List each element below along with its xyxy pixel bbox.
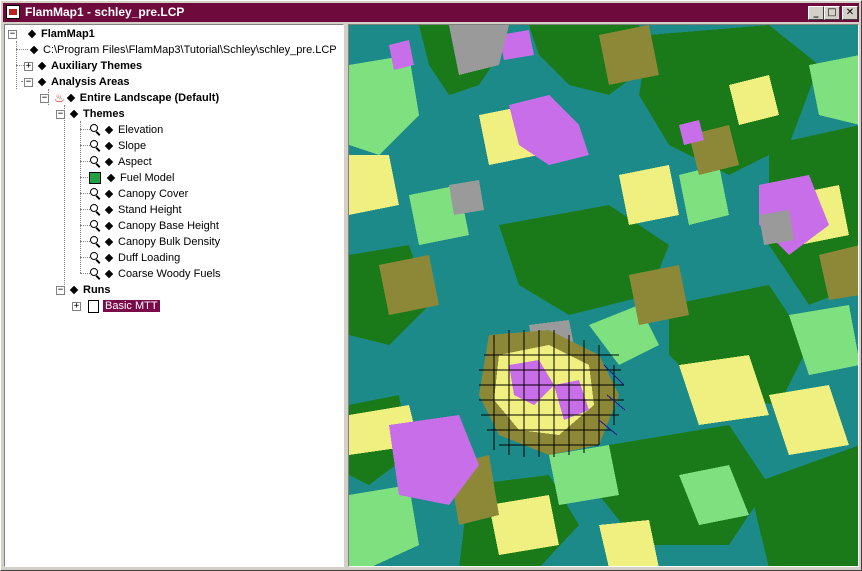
node-diamond-icon: [66, 93, 76, 102]
fuel-model-icon[interactable]: [89, 172, 101, 185]
node-diamond-icon: [104, 157, 114, 166]
theme-item-aspect[interactable]: Aspect: [89, 154, 152, 170]
theme-label: Slope: [118, 140, 147, 152]
theme-item-duff-loading[interactable]: Duff Loading: [89, 250, 180, 266]
fuel-model-map: [349, 25, 858, 566]
theme-label: Aspect: [118, 156, 152, 168]
magnifier-icon[interactable]: [89, 268, 101, 280]
flammap-window: FlamMap1 - schley_pre.LCP _ □ ✕ − FlamMa…: [0, 0, 862, 571]
node-diamond-icon: [104, 141, 114, 150]
tree-label-analysis-areas: Analysis Areas: [51, 76, 130, 88]
tree-node-runs[interactable]: − Runs: [56, 282, 111, 298]
tree-node-landscape-file[interactable]: C:\Program Files\FlamMap3\Tutorial\Schle…: [28, 42, 337, 58]
magnifier-icon[interactable]: [89, 252, 101, 264]
tree-label-runs: Runs: [83, 284, 111, 296]
node-diamond-icon: [104, 269, 114, 278]
map-view[interactable]: [348, 24, 859, 567]
node-diamond-icon: [37, 61, 47, 70]
tree-label-auxiliary-themes: Auxiliary Themes: [51, 60, 143, 72]
document-icon: [88, 299, 99, 313]
node-diamond-icon: [104, 253, 114, 262]
run-label: Basic MTT: [103, 300, 160, 312]
magnifier-icon[interactable]: [89, 204, 101, 216]
node-diamond-icon: [69, 285, 79, 294]
magnifier-icon[interactable]: [89, 220, 101, 232]
expand-toggle[interactable]: +: [24, 62, 33, 71]
theme-item-elevation[interactable]: Elevation: [89, 122, 163, 138]
node-diamond-icon: [104, 237, 114, 246]
node-diamond-icon: [104, 221, 114, 230]
node-diamond-icon: [104, 125, 114, 134]
theme-item-canopy-bulk-density[interactable]: Canopy Bulk Density: [89, 234, 220, 250]
theme-label: Elevation: [118, 124, 164, 136]
magnifier-icon[interactable]: [89, 236, 101, 248]
expand-toggle[interactable]: +: [72, 302, 81, 311]
node-diamond-icon: [106, 173, 116, 182]
tree-node-root[interactable]: − FlamMap1: [8, 26, 95, 42]
project-tree[interactable]: − FlamMap1 C:\Program Files\FlamMap3\Tut…: [4, 24, 344, 567]
collapse-toggle[interactable]: −: [8, 30, 17, 39]
node-diamond-icon: [104, 205, 114, 214]
theme-item-stand-height[interactable]: Stand Height: [89, 202, 182, 218]
tree-label-themes: Themes: [83, 108, 125, 120]
magnifier-icon[interactable]: [89, 156, 101, 168]
tree-node-auxiliary-themes[interactable]: + Auxiliary Themes: [24, 58, 142, 74]
theme-label: Coarse Woody Fuels: [118, 268, 221, 280]
tree-node-entire-landscape[interactable]: − ♨ Entire Landscape (Default): [40, 90, 219, 106]
theme-item-fuel-model[interactable]: Fuel Model: [89, 170, 174, 186]
theme-item-coarse-woody-fuels[interactable]: Coarse Woody Fuels: [89, 266, 221, 282]
minimize-button[interactable]: _: [808, 6, 824, 20]
close-button[interactable]: ✕: [842, 6, 858, 20]
app-icon[interactable]: [6, 5, 20, 19]
magnifier-icon[interactable]: [89, 188, 101, 200]
theme-item-slope[interactable]: Slope: [89, 138, 146, 154]
node-diamond-icon: [69, 109, 79, 118]
theme-item-canopy-base-height[interactable]: Canopy Base Height: [89, 218, 219, 234]
collapse-toggle[interactable]: −: [56, 110, 65, 119]
run-item-basic-mtt[interactable]: + Basic MTT: [72, 298, 160, 314]
title-bar[interactable]: FlamMap1 - schley_pre.LCP _ □ ✕: [3, 3, 859, 22]
collapse-toggle[interactable]: −: [56, 286, 65, 295]
collapse-toggle[interactable]: −: [24, 78, 33, 87]
node-diamond-icon: [27, 29, 37, 38]
magnifier-icon[interactable]: [89, 140, 101, 152]
collapse-toggle[interactable]: −: [40, 94, 49, 103]
fire-icon: ♨: [54, 91, 65, 106]
node-diamond-icon: [29, 45, 39, 54]
tree-label-root: FlamMap1: [41, 28, 95, 40]
theme-label: Fuel Model: [120, 172, 175, 184]
theme-label: Stand Height: [118, 204, 182, 216]
tree-node-themes[interactable]: − Themes: [56, 106, 125, 122]
theme-label: Duff Loading: [118, 252, 181, 264]
theme-label: Canopy Bulk Density: [118, 236, 221, 248]
magnifier-icon[interactable]: [89, 124, 101, 136]
node-diamond-icon: [104, 189, 114, 198]
maximize-button[interactable]: □: [824, 6, 840, 20]
tree-label-landscape-path: C:\Program Files\FlamMap3\Tutorial\Schle…: [43, 44, 337, 56]
theme-label: Canopy Base Height: [118, 220, 219, 232]
tree-node-analysis-areas[interactable]: − Analysis Areas: [24, 74, 129, 90]
tree-label-entire-landscape: Entire Landscape (Default): [79, 92, 220, 104]
theme-label: Canopy Cover: [118, 188, 189, 200]
window-title: FlamMap1 - schley_pre.LCP: [25, 5, 185, 19]
theme-item-canopy-cover[interactable]: Canopy Cover: [89, 186, 188, 202]
node-diamond-icon: [37, 77, 47, 86]
